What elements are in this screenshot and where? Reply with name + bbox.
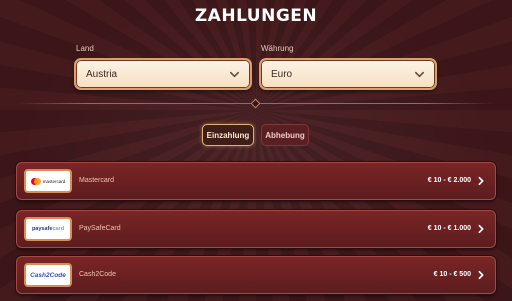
payment-method-mastercard[interactable]: mastercard Mastercard € 10 - € 2.000 [16, 162, 496, 200]
mastercard-logo: mastercard [24, 169, 72, 193]
divider-ornament [250, 98, 261, 109]
payment-method-name: PaySafeCard [79, 225, 121, 232]
tab-withdrawal[interactable]: Abhebung [261, 124, 309, 146]
payment-method-range: € 10 - € 500 [433, 271, 471, 278]
payment-method-name: Cash2Code [79, 271, 116, 278]
mastercard-circles-icon [30, 177, 41, 185]
paysafecard-logo-text-b: card [52, 226, 65, 232]
payment-method-range: € 10 - € 2.000 [427, 177, 471, 184]
chevron-right-icon [475, 175, 487, 187]
paysafecard-logo-text-a: paysafe [31, 226, 53, 232]
payment-method-cash2code[interactable]: Cash2Code Cash2Code € 10 - € 500 [16, 256, 496, 294]
currency-label: Währung [261, 44, 294, 53]
chevron-right-icon [475, 223, 487, 235]
page-title: ZAHLUNGEN [194, 6, 318, 26]
chevron-down-icon [228, 68, 240, 80]
country-label: Land [76, 44, 94, 53]
currency-select[interactable]: Euro [259, 58, 437, 90]
payment-method-paysafecard[interactable]: paysafecard PaySafeCard € 10 - € 1.000 [16, 210, 496, 248]
mastercard-logo-text: mastercard [42, 178, 66, 184]
payment-method-range: € 10 - € 1.000 [427, 225, 471, 232]
chevron-down-icon [413, 68, 425, 80]
chevron-right-icon [475, 269, 487, 281]
tab-deposit[interactable]: Einzahlung [202, 124, 254, 146]
cash2code-logo: Cash2Code [24, 263, 72, 287]
country-value: Austria [86, 68, 118, 80]
cash2code-logo-text: Cash2Code [30, 271, 66, 279]
payment-method-name: Mastercard [79, 177, 115, 184]
currency-value: Euro [271, 68, 293, 80]
paysafecard-logo: paysafecard [24, 217, 72, 241]
country-select[interactable]: Austria [74, 58, 252, 90]
